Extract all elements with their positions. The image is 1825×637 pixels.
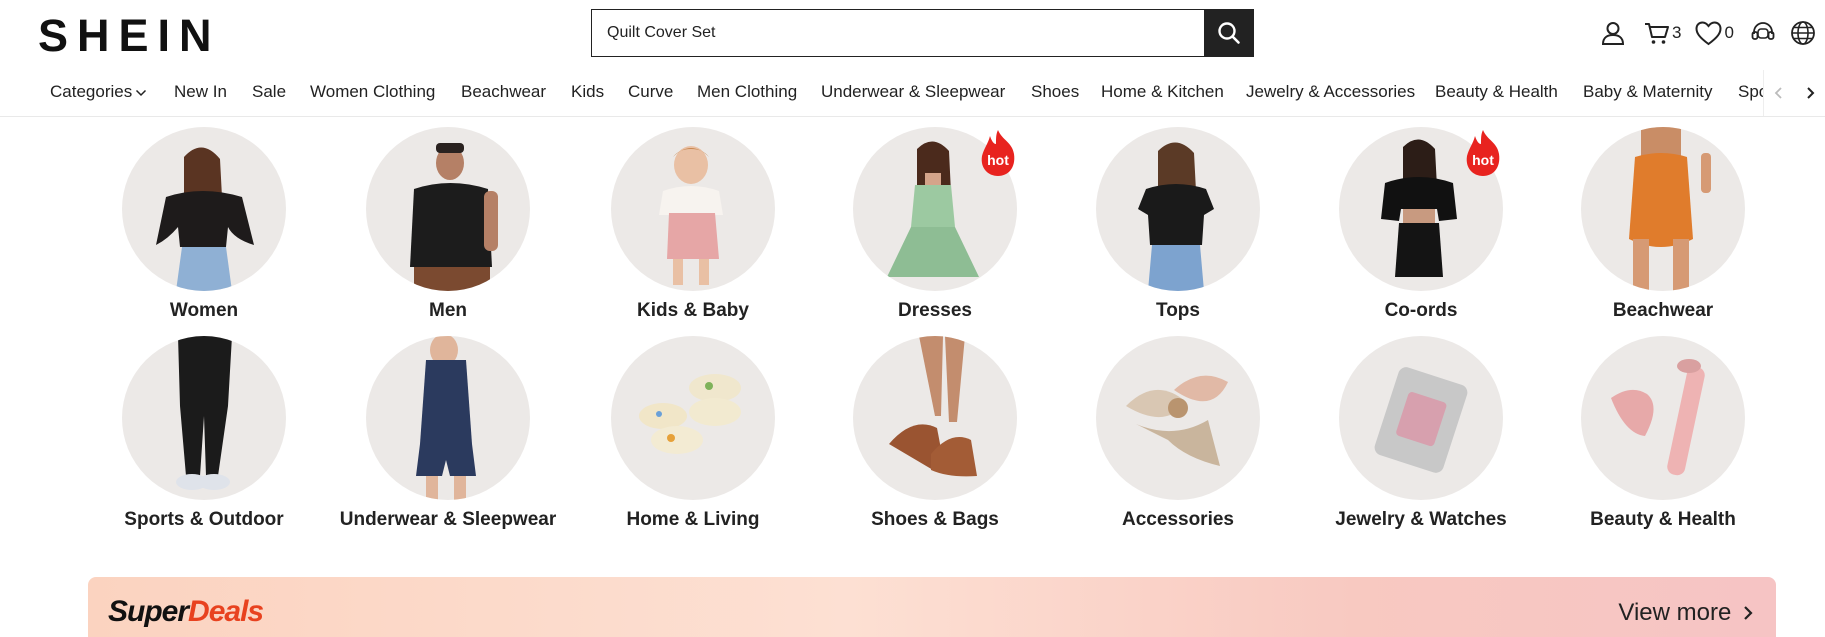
main-nav: Categories New In Sale Women Clothing Be… [0, 78, 1825, 108]
cart-button[interactable]: 3 [1644, 20, 1681, 46]
category-men[interactable]: Men [338, 127, 558, 323]
category-shoes-bags[interactable]: Shoes & Bags [825, 336, 1045, 532]
category-kids-baby[interactable]: Kids & Baby [583, 127, 803, 323]
nav-item-underwear-sleepwear[interactable]: Underwear & Sleepwear [821, 82, 1005, 102]
super-deals-title: SuperDeals [108, 595, 264, 629]
support-icon [1751, 22, 1775, 40]
category-label: Sports & Outdoor [124, 509, 284, 530]
category-label: Underwear & Sleepwear [339, 509, 557, 530]
globe-icon [1791, 21, 1815, 45]
heart-icon [1695, 20, 1722, 45]
fire-icon: hot [981, 130, 1015, 176]
search-bar [591, 8, 1254, 57]
category-home-living[interactable]: Home & Living [583, 336, 803, 532]
category-label: Dresses [898, 300, 972, 321]
category-label: Tops [1156, 300, 1200, 321]
account-button[interactable] [1600, 20, 1626, 46]
chevron-right-icon [1807, 87, 1815, 99]
category-image-sports-outdoor [122, 336, 286, 500]
category-image-home-living [611, 336, 775, 500]
nav-item-beachwear[interactable]: Beachwear [461, 82, 546, 102]
nav-item-curve[interactable]: Curve [628, 82, 673, 102]
nav-item-sale[interactable]: Sale [252, 82, 286, 102]
cart-count: 3 [1672, 23, 1682, 42]
category-sports-outdoor[interactable]: Sports & Outdoor [94, 336, 314, 532]
search-icon [1218, 21, 1240, 44]
category-women[interactable]: Women [94, 127, 314, 323]
view-more-label: View more [1618, 599, 1732, 626]
category-image-shoes-bags [853, 336, 1017, 500]
category-label: Men [429, 300, 467, 321]
view-more-link[interactable]: View more [1618, 599, 1754, 627]
category-image-beauty-health [1581, 336, 1745, 500]
category-tops[interactable]: Tops [1068, 127, 1288, 323]
category-label: Beachwear [1612, 300, 1714, 321]
category-underwear-sleepwear[interactable]: Underwear & Sleepwear [338, 336, 558, 532]
hot-badge-label: hot [987, 152, 1009, 168]
nav-item-jewelry-accessories[interactable]: Jewelry & Accessories [1246, 82, 1415, 102]
user-icon [1601, 22, 1625, 45]
category-label: Jewelry & Watches [1335, 509, 1507, 530]
category-beauty-health[interactable]: Beauty & Health [1553, 336, 1773, 532]
site-header: SHEIN 3 0 [0, 0, 1825, 117]
chevron-right-icon [1744, 606, 1753, 620]
nav-item-new-in[interactable]: New In [174, 82, 227, 102]
chevron-left-icon [1774, 87, 1782, 99]
category-image-accessories [1096, 336, 1260, 500]
search-button[interactable] [1204, 8, 1254, 57]
chevron-down-icon [136, 89, 147, 96]
super-deals-title-accent: Deals [188, 595, 264, 628]
category-image-beachwear [1581, 127, 1745, 291]
hot-badge-label: hot [1472, 152, 1494, 168]
super-deals-title-part: Super [108, 595, 189, 628]
category-image-kids-baby [611, 127, 775, 291]
fire-icon: hot [1466, 130, 1500, 176]
nav-item-label: Categories [50, 82, 133, 101]
nav-item-kids[interactable]: Kids [571, 82, 604, 102]
category-image-jewelry-watches [1339, 336, 1503, 500]
header-actions: 3 0 [1600, 14, 1825, 52]
category-label: Shoes & Bags [871, 509, 999, 530]
category-accessories[interactable]: Accessories [1068, 336, 1288, 532]
nav-item-categories[interactable]: Categories [50, 82, 147, 102]
nav-item-baby-maternity[interactable]: Baby & Maternity [1583, 82, 1712, 102]
support-button[interactable] [1750, 20, 1776, 46]
nav-item-beauty-health[interactable]: Beauty & Health [1435, 82, 1558, 102]
category-label: Women [169, 300, 239, 321]
nav-item-men-clothing[interactable]: Men Clothing [697, 82, 797, 102]
category-label: Beauty & Health [1590, 509, 1736, 530]
nav-item-home-kitchen[interactable]: Home & Kitchen [1101, 82, 1224, 102]
nav-scroll-controls [1763, 70, 1825, 116]
super-deals-banner: SuperDeals View more [88, 577, 1776, 637]
cart-icon [1645, 23, 1669, 44]
category-beachwear[interactable]: Beachwear [1553, 127, 1773, 323]
category-label: Accessories [1122, 509, 1234, 530]
category-image-underwear-sleepwear [366, 336, 530, 500]
brand-logo[interactable]: SHEIN [38, 10, 221, 62]
category-jewelry-watches[interactable]: Jewelry & Watches [1311, 336, 1531, 532]
category-label: Co-ords [1384, 300, 1458, 321]
nav-item-women-clothing[interactable]: Women Clothing [310, 82, 435, 102]
search-input[interactable] [592, 10, 1204, 55]
nav-next-button[interactable] [1798, 81, 1822, 105]
language-button[interactable] [1790, 20, 1816, 46]
wishlist-count: 0 [1724, 23, 1734, 42]
category-image-women [122, 127, 286, 291]
wishlist-button[interactable]: 0 [1695, 20, 1734, 46]
category-label: Kids & Baby [637, 300, 749, 321]
nav-item-shoes[interactable]: Shoes [1031, 82, 1079, 102]
nav-prev-button[interactable] [1767, 81, 1791, 105]
category-image-men [366, 127, 530, 291]
category-label: Home & Living [626, 509, 760, 530]
category-image-tops [1096, 127, 1260, 291]
